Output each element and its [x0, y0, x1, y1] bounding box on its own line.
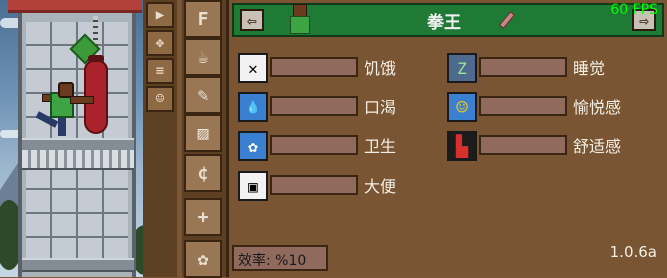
- need-bar: [270, 175, 358, 195]
- need-bar: [479, 57, 567, 77]
- need-hygiene: ✿ 卫生: [238, 131, 438, 161]
- favorites-glyph: F: [197, 8, 209, 30]
- character-header: ⇦ 拳王 ⇨ 60 FPS: [232, 2, 664, 37]
- railing: [22, 150, 134, 170]
- notes-glyph: ✎: [197, 84, 209, 106]
- paw-glyph: ✿: [197, 248, 209, 270]
- need-hunger: ✕ 饥饿: [238, 53, 438, 83]
- paw-icon[interactable]: ✿: [184, 240, 222, 278]
- water-drop-icon: 💧: [238, 92, 268, 122]
- soap-icon: ✿: [238, 131, 268, 161]
- fork-knife-glyph: ✕: [248, 58, 258, 78]
- add-person-glyph: +: [197, 206, 209, 228]
- smiley-icon: ☺: [447, 92, 477, 122]
- need-bar: [479, 96, 567, 116]
- move-icon[interactable]: ✥: [146, 30, 174, 56]
- fork-knife-icon: ✕: [238, 53, 268, 83]
- add-person-icon[interactable]: +: [184, 198, 222, 236]
- smiley-glyph: ☺: [455, 95, 469, 119]
- fps-counter: 60 FPS: [610, 2, 658, 18]
- tab-column: F ☕ ✎ ▨ ¢ + ✿: [182, 0, 226, 278]
- need-label: 卫生: [364, 137, 397, 156]
- need-comfort: ▙ 舒适感: [447, 131, 647, 161]
- figure-glyph: ☺: [155, 91, 165, 107]
- stripes-glyph: ▨: [197, 122, 209, 144]
- armchair-glyph: ▙: [455, 134, 469, 158]
- favorites-icon[interactable]: F: [184, 0, 222, 38]
- notes-icon[interactable]: ✎: [184, 76, 222, 114]
- mug-glyph: ☕: [197, 46, 209, 68]
- need-bar: [270, 57, 358, 77]
- efficiency-readout: 效率: %10: [232, 245, 328, 271]
- version-label: 1.0.6a: [609, 243, 657, 261]
- character-name: 拳王: [427, 13, 461, 33]
- toilet-paper-icon: ▣: [238, 171, 268, 201]
- move-glyph: ✥: [155, 35, 165, 51]
- avatar: [286, 2, 312, 34]
- need-label: 口渴: [364, 98, 397, 117]
- tool-column: ▶ ✥ ≡ ☺: [143, 0, 177, 277]
- sleep-glyph: Z: [457, 58, 467, 78]
- need-label: 舒适感: [573, 137, 622, 156]
- play-glyph: ▶: [155, 7, 165, 23]
- prev-arrow-icon: ⇦: [247, 10, 257, 30]
- avatar-body: [290, 16, 310, 34]
- need-label: 愉悦感: [573, 98, 622, 117]
- need-sleep: Z 睡觉: [447, 53, 647, 83]
- play-icon[interactable]: ▶: [146, 2, 174, 28]
- need-bar: [270, 96, 358, 116]
- figure-icon[interactable]: ☺: [146, 86, 174, 112]
- tower-wall: [26, 170, 128, 260]
- game-scene[interactable]: [0, 0, 148, 277]
- need-bar: [479, 135, 567, 155]
- floor: [22, 258, 134, 272]
- need-thirst: 💧 口渴: [238, 92, 438, 122]
- tower-roof: [8, 0, 142, 13]
- need-label: 饥饿: [364, 59, 397, 78]
- fighter-arm: [70, 96, 94, 104]
- soap-glyph: ✿: [248, 136, 258, 156]
- mug-icon[interactable]: ☕: [184, 38, 222, 76]
- need-bar: [270, 135, 358, 155]
- sleep-icon: Z: [447, 53, 477, 83]
- armchair-icon: ▙: [447, 131, 477, 161]
- coin-icon[interactable]: ¢: [184, 154, 222, 192]
- coin-glyph: ¢: [197, 162, 209, 184]
- need-bowel: ▣ 大便: [238, 171, 438, 201]
- prev-character-button[interactable]: ⇦: [240, 9, 264, 31]
- water-drop-glyph: 💧: [245, 100, 261, 114]
- stripes-icon[interactable]: ▨: [184, 114, 222, 152]
- bone-icon[interactable]: ≡: [146, 58, 174, 84]
- need-label: 大便: [364, 177, 397, 196]
- bone-glyph: ≡: [155, 63, 165, 79]
- toilet-paper-glyph: ▣: [248, 176, 258, 196]
- need-joy: ☺ 愉悦感: [447, 92, 647, 122]
- need-label: 睡觉: [573, 59, 606, 78]
- needs-panel: ⇦ 拳王 ⇨ 60 FPS ✕ 饥饿 💧 口渴 ✿ 卫生 ▣ 大便 Z 睡觉 ☺: [226, 0, 667, 277]
